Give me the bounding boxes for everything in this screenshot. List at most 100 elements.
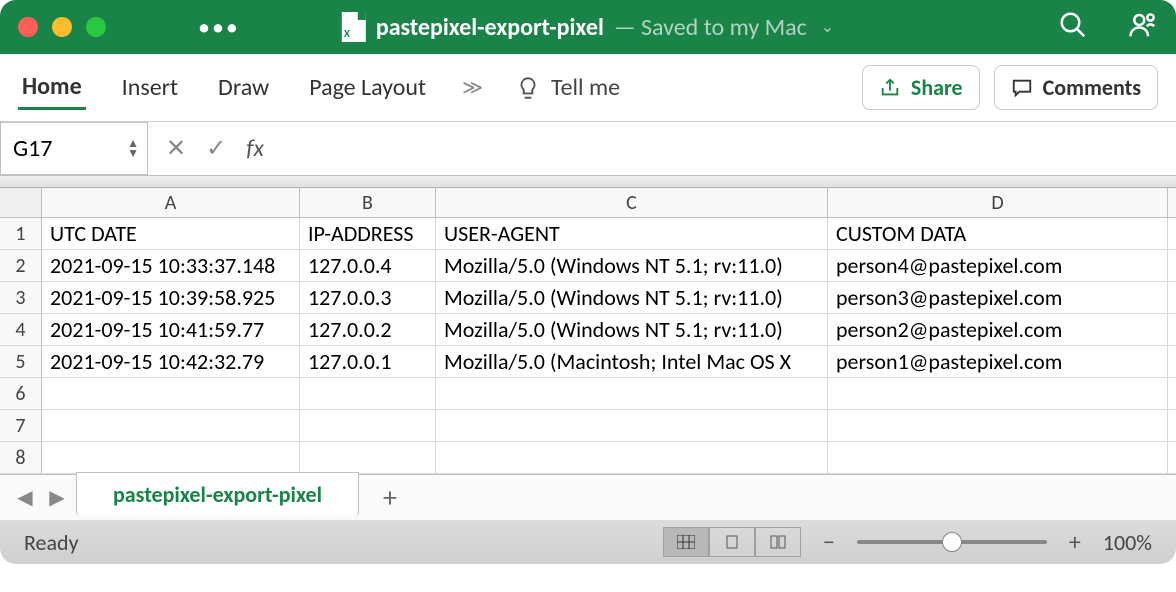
cell[interactable]: 127.0.0.2 [300, 314, 436, 345]
excel-file-icon: X [342, 12, 366, 42]
cell[interactable]: IP-ADDRESS [300, 218, 436, 249]
row-header[interactable]: 5 [0, 346, 42, 377]
filename-label: pastepixel-export-pixel [376, 13, 604, 42]
status-ready: Ready [24, 529, 79, 556]
table-row: 1UTC DATEIP-ADDRESSUSER-AGENTCUSTOM DATA [0, 218, 1176, 250]
account-button[interactable] [1128, 10, 1158, 45]
name-box[interactable]: G17 ▲▼ [0, 122, 148, 175]
col-header-D[interactable]: D [828, 188, 1168, 217]
share-icon [879, 77, 901, 99]
zoom-in-button[interactable]: + [1069, 528, 1081, 557]
window-controls [18, 17, 106, 37]
fullscreen-window-button[interactable] [86, 17, 106, 37]
spreadsheet-grid[interactable]: A B C D 1UTC DATEIP-ADDRESSUSER-AGENTCUS… [0, 176, 1176, 474]
row-header[interactable]: 8 [0, 442, 42, 473]
cell[interactable] [828, 410, 1168, 441]
row-header[interactable]: 2 [0, 250, 42, 281]
view-normal-button[interactable] [663, 527, 709, 557]
col-header-A[interactable]: A [42, 188, 300, 217]
cell[interactable] [828, 442, 1168, 473]
tell-me-label: Tell me [551, 73, 620, 102]
cell[interactable]: Mozilla/5.0 (Windows NT 5.1; rv:11.0) [436, 250, 828, 281]
cell[interactable] [828, 378, 1168, 409]
col-header-B[interactable]: B [300, 188, 436, 217]
tab-insert[interactable]: Insert [118, 67, 182, 108]
cell[interactable]: CUSTOM DATA [828, 218, 1168, 249]
cell[interactable]: 127.0.0.1 [300, 346, 436, 377]
column-headers: A B C D [0, 188, 1176, 218]
table-row: 42021-09-15 10:41:59.77127.0.0.2Mozilla/… [0, 314, 1176, 346]
view-page-break-button[interactable] [755, 527, 801, 557]
row-header[interactable]: 1 [0, 218, 42, 249]
zoom-slider-knob[interactable] [942, 532, 962, 552]
view-buttons [663, 527, 801, 557]
chevron-down-icon: ⌄ [821, 17, 834, 37]
row-header[interactable]: 4 [0, 314, 42, 345]
cell[interactable]: UTC DATE [42, 218, 300, 249]
cell[interactable]: 2021-09-15 10:39:58.925 [42, 282, 300, 313]
cell[interactable]: Mozilla/5.0 (Windows NT 5.1; rv:11.0) [436, 314, 828, 345]
table-row: 22021-09-15 10:33:37.148127.0.0.4Mozilla… [0, 250, 1176, 282]
table-row: 52021-09-15 10:42:32.79127.0.0.1Mozilla/… [0, 346, 1176, 378]
ribbon-more-icon[interactable]: ≫ [462, 75, 483, 100]
cell[interactable]: 2021-09-15 10:41:59.77 [42, 314, 300, 345]
cell[interactable] [436, 410, 828, 441]
row-header[interactable]: 6 [0, 378, 42, 409]
cell[interactable]: Mozilla/5.0 (Windows NT 5.1; rv:11.0) [436, 282, 828, 313]
cell[interactable] [42, 442, 300, 473]
cell[interactable]: 2021-09-15 10:33:37.148 [42, 250, 300, 281]
add-sheet-button[interactable]: + [383, 480, 397, 515]
comments-button[interactable]: Comments [994, 65, 1158, 110]
cell[interactable]: 127.0.0.4 [300, 250, 436, 281]
cell[interactable] [300, 410, 436, 441]
zoom-slider[interactable] [857, 540, 1047, 544]
cell[interactable] [300, 442, 436, 473]
cell[interactable]: person1@pastepixel.com [828, 346, 1168, 377]
col-header-C[interactable]: C [436, 188, 828, 217]
document-title[interactable]: X pastepixel-export-pixel — Saved to my … [342, 12, 834, 42]
status-bar: Ready − + 100% [0, 520, 1176, 564]
accept-formula-icon[interactable]: ✓ [206, 134, 226, 163]
cell[interactable] [42, 378, 300, 409]
grid-top-edge [0, 176, 1176, 188]
sheet-nav-prev[interactable]: ◀ [12, 485, 38, 510]
cell[interactable]: person4@pastepixel.com [828, 250, 1168, 281]
close-window-button[interactable] [18, 17, 38, 37]
row-header[interactable]: 7 [0, 410, 42, 441]
formula-input[interactable] [284, 136, 1158, 162]
cell[interactable] [436, 378, 828, 409]
zoom-out-button[interactable]: − [823, 528, 835, 557]
select-all-corner[interactable] [0, 188, 42, 217]
tab-draw[interactable]: Draw [214, 67, 273, 108]
table-row: 7 [0, 410, 1176, 442]
fx-icon[interactable]: fx [246, 134, 264, 163]
table-row: 6 [0, 378, 1176, 410]
minimize-window-button[interactable] [52, 17, 72, 37]
search-button[interactable] [1058, 10, 1088, 45]
cell[interactable] [436, 442, 828, 473]
cell[interactable] [42, 410, 300, 441]
toolbar-overflow-button[interactable]: ••• [198, 13, 240, 42]
cell[interactable]: person2@pastepixel.com [828, 314, 1168, 345]
cell-reference: G17 [13, 134, 52, 163]
sheet-tab-active[interactable]: pastepixel-export-pixel [76, 472, 359, 516]
cell[interactable]: person3@pastepixel.com [828, 282, 1168, 313]
row-header[interactable]: 3 [0, 282, 42, 313]
cell[interactable]: USER-AGENT [436, 218, 828, 249]
cell[interactable] [300, 378, 436, 409]
tab-page-layout[interactable]: Page Layout [305, 67, 430, 108]
cancel-formula-icon[interactable]: ✕ [166, 134, 186, 163]
ribbon: Home Insert Draw Page Layout ≫ Tell me S… [0, 54, 1176, 122]
tab-home[interactable]: Home [18, 66, 86, 110]
cell[interactable]: 2021-09-15 10:42:32.79 [42, 346, 300, 377]
cell[interactable]: 127.0.0.3 [300, 282, 436, 313]
table-row: 32021-09-15 10:39:58.925127.0.0.3Mozilla… [0, 282, 1176, 314]
sheet-nav-next[interactable]: ▶ [44, 485, 70, 510]
cell[interactable]: Mozilla/5.0 (Macintosh; Intel Mac OS X [436, 346, 828, 377]
namebox-spinner[interactable]: ▲▼ [127, 139, 139, 159]
comments-label: Comments [1043, 74, 1141, 101]
tell-me-button[interactable]: Tell me [515, 73, 620, 102]
view-page-layout-button[interactable] [709, 527, 755, 557]
share-button[interactable]: Share [862, 65, 980, 110]
share-label: Share [911, 74, 963, 101]
